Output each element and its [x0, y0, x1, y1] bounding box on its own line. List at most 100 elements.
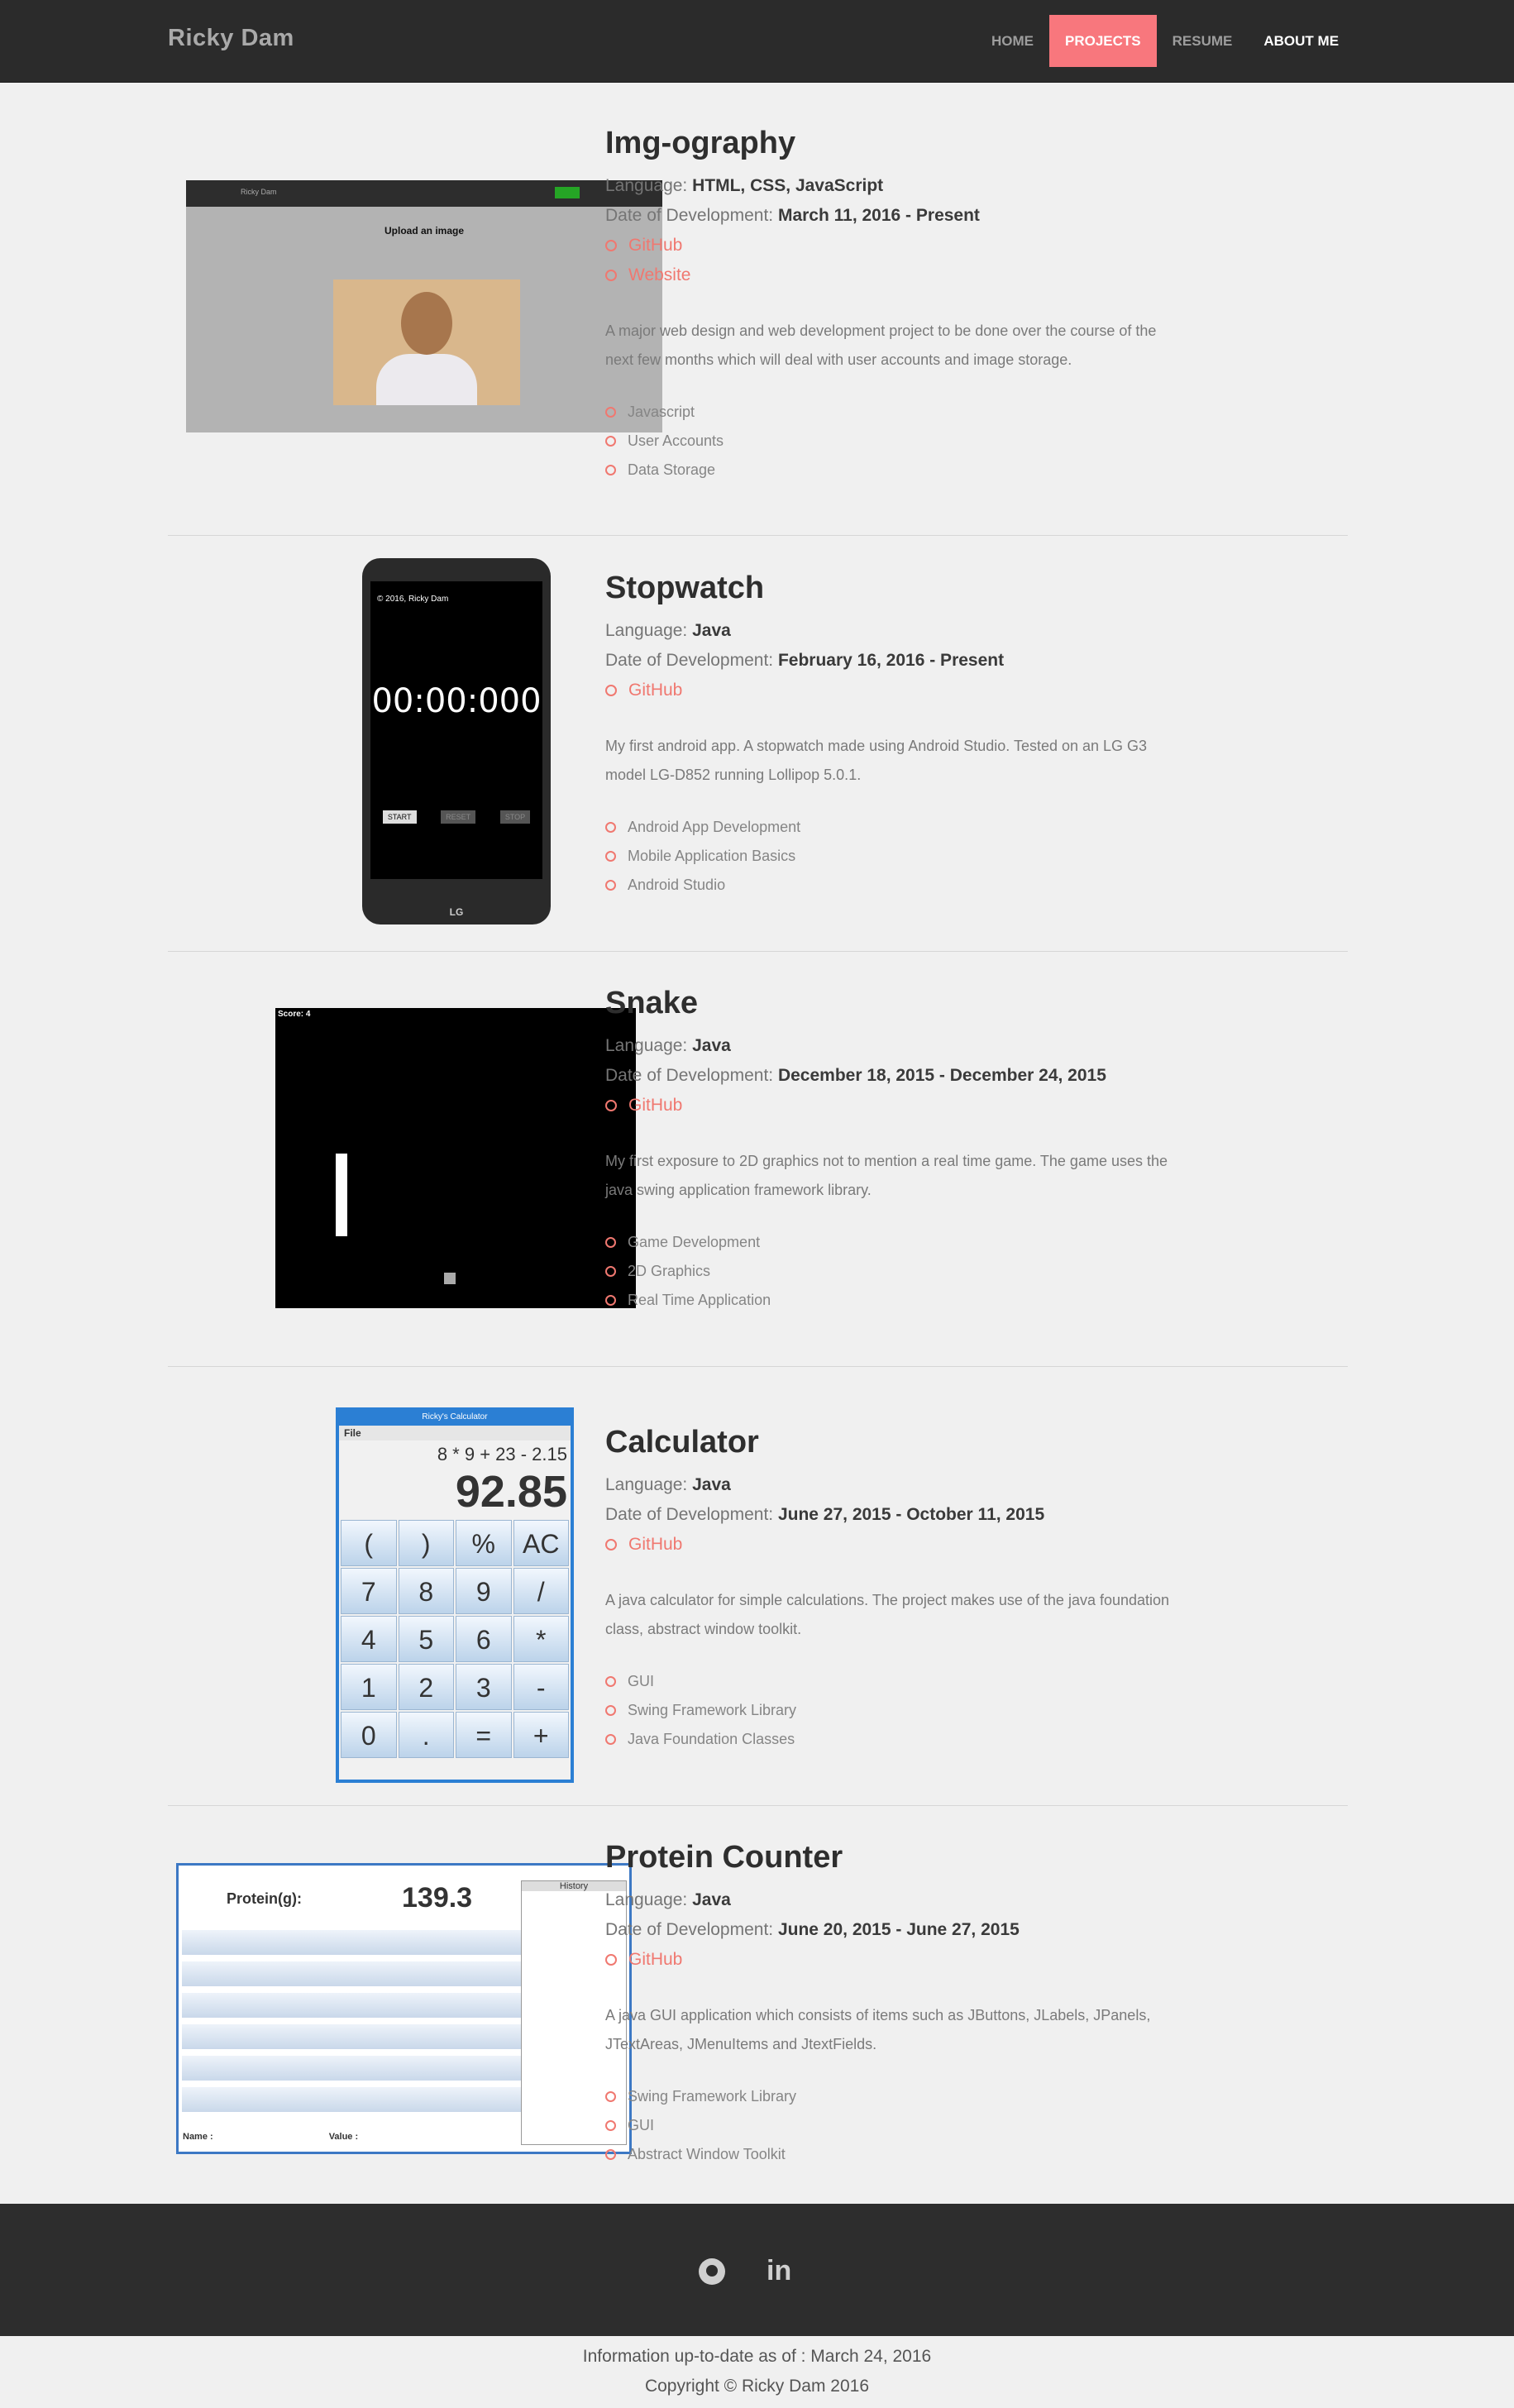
calculator-title: Ricky's Calculator [339, 1411, 571, 1426]
project-language: Java [692, 1036, 731, 1055]
bullet-icon [605, 407, 616, 418]
tag-item: Android App Development [605, 813, 1184, 842]
phone-brand: LG [449, 906, 464, 918]
bullet-icon [605, 2120, 616, 2131]
calculator-expression: 8 * 9 + 23 - 2.15 [437, 1444, 567, 1464]
project-screenshot-stopwatch: © 2016, Ricky Dam 00:00:000 START RESET … [362, 558, 551, 924]
tag-item: Android Studio [605, 871, 1184, 900]
github-link[interactable]: GitHub [605, 1091, 1184, 1120]
nav-resume[interactable]: RESUME [1157, 15, 1249, 67]
project-title: Stopwatch [605, 571, 765, 605]
tag-item: Swing Framework Library [605, 2082, 1184, 2111]
calculator-result: 92.85 [455, 1467, 567, 1517]
nav-menu: HOME PROJECTS RESUME ABOUT ME [976, 15, 1354, 67]
snake-body [336, 1154, 347, 1236]
bullet-icon [605, 1295, 616, 1306]
github-link[interactable]: GitHub [605, 231, 1184, 260]
tag-item: GUI [605, 1667, 1184, 1696]
project-description: My first exposure to 2D graphics not to … [605, 1153, 1168, 1198]
bullet-icon [605, 2149, 616, 2160]
bullet-icon [605, 851, 616, 862]
github-icon [605, 685, 617, 696]
project-title: Snake [605, 986, 698, 1020]
nav-home[interactable]: HOME [976, 15, 1049, 67]
footer: in [0, 2204, 1514, 2336]
project-tags: Swing Framework Library GUI Abstract Win… [605, 2082, 1184, 2169]
tag-item: Game Development [605, 1228, 1184, 1257]
project-screenshot-protein-counter: Protein(g): 139.3 History Name : Value : [176, 1863, 632, 2154]
tag-item: Real Time Application [605, 1286, 1184, 1315]
project-title: Calculator [605, 1425, 759, 1460]
project-date: March 11, 2016 - Present [777, 206, 980, 225]
project-date: June 20, 2015 - June 27, 2015 [777, 1920, 1020, 1939]
brand-logo[interactable]: Ricky Dam [168, 25, 294, 52]
project-screenshot-snake: Score: 4 [275, 1008, 636, 1308]
navbar: Ricky Dam HOME PROJECTS RESUME ABOUT ME [0, 0, 1514, 83]
section-divider [168, 1805, 1348, 1806]
tag-item: Java Foundation Classes [605, 1725, 1184, 1754]
project-title: Img-ography [605, 126, 796, 160]
bullet-icon [605, 465, 616, 475]
footer-info: Information up-to-date as of : March 24,… [0, 2336, 1514, 2408]
bullet-icon [605, 880, 616, 891]
tag-item: Abstract Window Toolkit [605, 2140, 1184, 2169]
project-info: Snake Language: Java Date of Development… [605, 986, 1184, 1315]
nav-projects[interactable]: PROJECTS [1049, 15, 1157, 67]
section-divider [168, 1366, 1348, 1367]
github-icon [605, 1100, 617, 1111]
github-link[interactable]: GitHub [605, 1530, 1184, 1560]
bullet-icon [605, 436, 616, 447]
bullet-icon [605, 1705, 616, 1716]
project-description: A java GUI application which consists of… [605, 2007, 1151, 2052]
project-language: Java [692, 1475, 731, 1494]
profile-photo [333, 280, 520, 405]
tag-item: Swing Framework Library [605, 1696, 1184, 1725]
website-link[interactable]: Website [605, 260, 1184, 290]
updated-text: Information up-to-date as of : March 24,… [582, 2347, 932, 2366]
screenshot-brand: Ricky Dam [241, 188, 277, 196]
bullet-icon [605, 1676, 616, 1687]
protein-label: Protein(g): [227, 1890, 302, 1907]
project-info: Calculator Language: Java Date of Develo… [605, 1425, 1184, 1754]
project-description: My first android app. A stopwatch made u… [605, 738, 1148, 783]
calculator-menu: File [339, 1426, 571, 1440]
project-info: Protein Counter Language: Java Date of D… [605, 1840, 1184, 2169]
tag-item: User Accounts [605, 427, 1184, 456]
bullet-icon [605, 822, 616, 833]
screenshot-heading: Upload an image [384, 225, 465, 236]
tag-item: Mobile Application Basics [605, 842, 1184, 871]
project-info: Stopwatch Language: Java Date of Develop… [605, 571, 1184, 900]
copyright-text: Copyright © Ricky Dam 2016 [644, 2377, 870, 2396]
project-date: February 16, 2016 - Present [777, 651, 1005, 670]
project-date: December 18, 2015 - December 24, 2015 [777, 1066, 1106, 1085]
snake-food [444, 1273, 456, 1284]
github-link[interactable]: GitHub [605, 676, 1184, 705]
github-icon[interactable] [699, 2258, 725, 2285]
project-description: A java calculator for simple calculation… [605, 1592, 1170, 1637]
section-divider [168, 951, 1348, 952]
tag-item: 2D Graphics [605, 1257, 1184, 1286]
github-icon [605, 1539, 617, 1550]
project-tags: GUI Swing Framework Library Java Foundat… [605, 1667, 1184, 1754]
protein-value: 139.3 [402, 1882, 473, 1913]
nav-about-me[interactable]: ABOUT ME [1248, 15, 1354, 67]
project-language: Java [692, 621, 731, 640]
github-icon [605, 1954, 617, 1966]
project-screenshot-calculator: Ricky's Calculator File 8 * 9 + 23 - 2.1… [336, 1407, 574, 1783]
social-links: in [699, 2255, 791, 2287]
project-description: A major web design and web development p… [605, 322, 1157, 368]
project-language: HTML, CSS, JavaScript [692, 176, 884, 195]
section-divider [168, 535, 1348, 536]
project-title: Protein Counter [605, 1840, 843, 1875]
tag-item: Javascript [605, 398, 1184, 427]
github-icon [605, 240, 617, 251]
snake-score: Score: 4 [278, 1010, 311, 1019]
tag-item: Data Storage [605, 456, 1184, 485]
project-info: Img-ography Language: HTML, CSS, JavaScr… [605, 126, 1184, 485]
github-link[interactable]: GitHub [605, 1945, 1184, 1975]
linkedin-icon[interactable]: in [767, 2255, 791, 2287]
calculator-keys: ( ) % AC 7 8 9 / 4 5 6 * 1 2 3 - 0 . = + [339, 1518, 571, 1760]
stopwatch-time: 00:00:000 [371, 682, 542, 720]
bullet-icon [605, 1734, 616, 1745]
tag-item: GUI [605, 2111, 1184, 2140]
